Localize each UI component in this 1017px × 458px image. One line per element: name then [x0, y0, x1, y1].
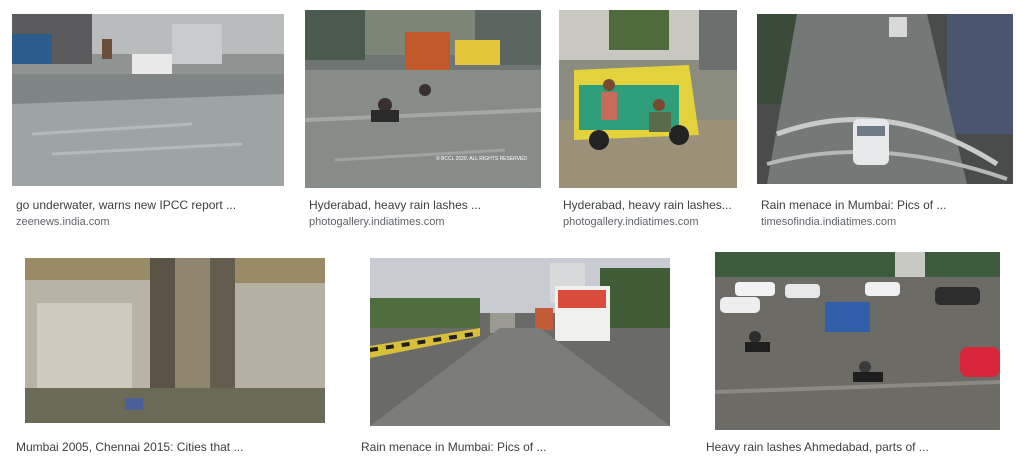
result-3-source[interactable]: photogallery.indiatimes.com: [563, 216, 699, 228]
result-5-caption[interactable]: Mumbai 2005, Chennai 2015: Cities that .…: [16, 440, 243, 454]
result-7-thumbnail[interactable]: [715, 252, 1000, 430]
result-6-thumbnail[interactable]: [370, 258, 670, 426]
image-result-2[interactable]: © BCCL 2020. ALL RIGHTS RESERVED Hyderab…: [303, 10, 543, 232]
result-1-caption[interactable]: go underwater, warns new IPCC report ...: [16, 198, 236, 212]
result-7-caption[interactable]: Heavy rain lashes Ahmedabad, parts of ..…: [706, 440, 929, 454]
result-3-thumbnail[interactable]: [559, 10, 737, 188]
result-3-caption[interactable]: Hyderabad, heavy rain lashes...: [563, 198, 732, 212]
image-result-3[interactable]: Hyderabad, heavy rain lashes... photogal…: [557, 10, 742, 232]
result-1-thumbnail[interactable]: [12, 14, 284, 186]
image-result-6[interactable]: Rain menace in Mumbai: Pics of ...: [357, 250, 682, 458]
result-2-caption[interactable]: Hyderabad, heavy rain lashes ...: [309, 198, 481, 212]
result-1-source[interactable]: zeenews.india.com: [16, 216, 110, 228]
result-6-caption[interactable]: Rain menace in Mumbai: Pics of ...: [361, 440, 546, 454]
result-2-source[interactable]: photogallery.indiatimes.com: [309, 216, 445, 228]
result-4-thumbnail[interactable]: [757, 14, 1013, 184]
result-5-thumbnail[interactable]: [25, 258, 325, 423]
result-4-source[interactable]: timesofindia.indiatimes.com: [761, 216, 896, 228]
image-result-1[interactable]: go underwater, warns new IPCC report ...…: [8, 12, 288, 232]
image-result-5[interactable]: Mumbai 2005, Chennai 2015: Cities that .…: [12, 250, 337, 458]
result-2-thumbnail[interactable]: © BCCL 2020. ALL RIGHTS RESERVED: [305, 10, 541, 188]
image-result-7[interactable]: Heavy rain lashes Ahmedabad, parts of ..…: [702, 250, 1017, 458]
result-4-caption[interactable]: Rain menace in Mumbai: Pics of ...: [761, 198, 946, 212]
result-2-watermark: © BCCL 2020. ALL RIGHTS RESERVED: [435, 156, 527, 162]
image-result-4[interactable]: Rain menace in Mumbai: Pics of ... times…: [754, 10, 1016, 232]
